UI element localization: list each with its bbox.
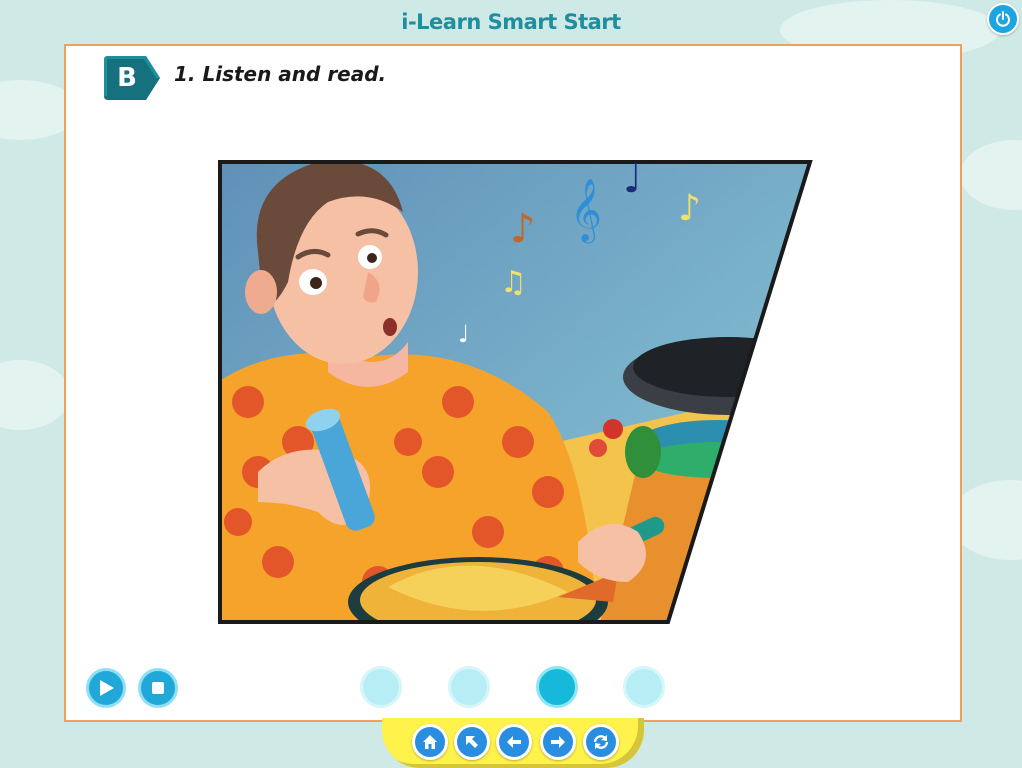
svg-text:♪: ♪ — [678, 188, 701, 229]
lesson-card: B 1. Listen and read. 𝄞 ♪ ♩ ♪ ♫ ♩ — [64, 44, 962, 722]
refresh-icon — [593, 735, 609, 749]
up-left-arrow-icon — [466, 736, 478, 748]
forward-arrow-icon — [551, 736, 565, 748]
stop-icon — [152, 682, 164, 694]
play-icon — [100, 680, 114, 696]
page-dot-2[interactable] — [448, 666, 490, 708]
home-icon — [423, 735, 437, 749]
instruction-text: 1. Listen and read. — [174, 62, 387, 86]
home-button[interactable] — [412, 724, 448, 760]
svg-text:♪: ♪ — [510, 206, 536, 252]
refresh-button[interactable] — [583, 724, 619, 760]
svg-text:♩: ♩ — [458, 320, 469, 348]
back-button[interactable] — [496, 724, 532, 760]
svg-text:𝄞: 𝄞 — [570, 178, 602, 244]
app-title: i-Learn Smart Start — [401, 10, 621, 34]
page-dot-1[interactable] — [360, 666, 402, 708]
background-cloud — [960, 140, 1022, 210]
section-badge: B — [102, 56, 162, 100]
back-arrow-icon — [507, 736, 521, 748]
page-dot-3-active[interactable] — [536, 666, 578, 708]
page-dot-4[interactable] — [623, 666, 665, 708]
play-button[interactable] — [86, 668, 126, 708]
power-icon — [996, 11, 1010, 27]
svg-text:♫: ♫ — [500, 265, 527, 300]
man-seasoning-fish-illustration: 𝄞 ♪ ♩ ♪ ♫ ♩ — [218, 156, 813, 624]
svg-text:♩: ♩ — [623, 156, 642, 202]
background-cloud — [0, 360, 70, 430]
stop-button[interactable] — [138, 668, 178, 708]
power-button[interactable] — [987, 3, 1019, 35]
up-left-button[interactable] — [454, 724, 490, 760]
forward-button[interactable] — [540, 724, 576, 760]
section-letter: B — [117, 63, 137, 93]
bottom-nav-bar — [382, 718, 644, 768]
